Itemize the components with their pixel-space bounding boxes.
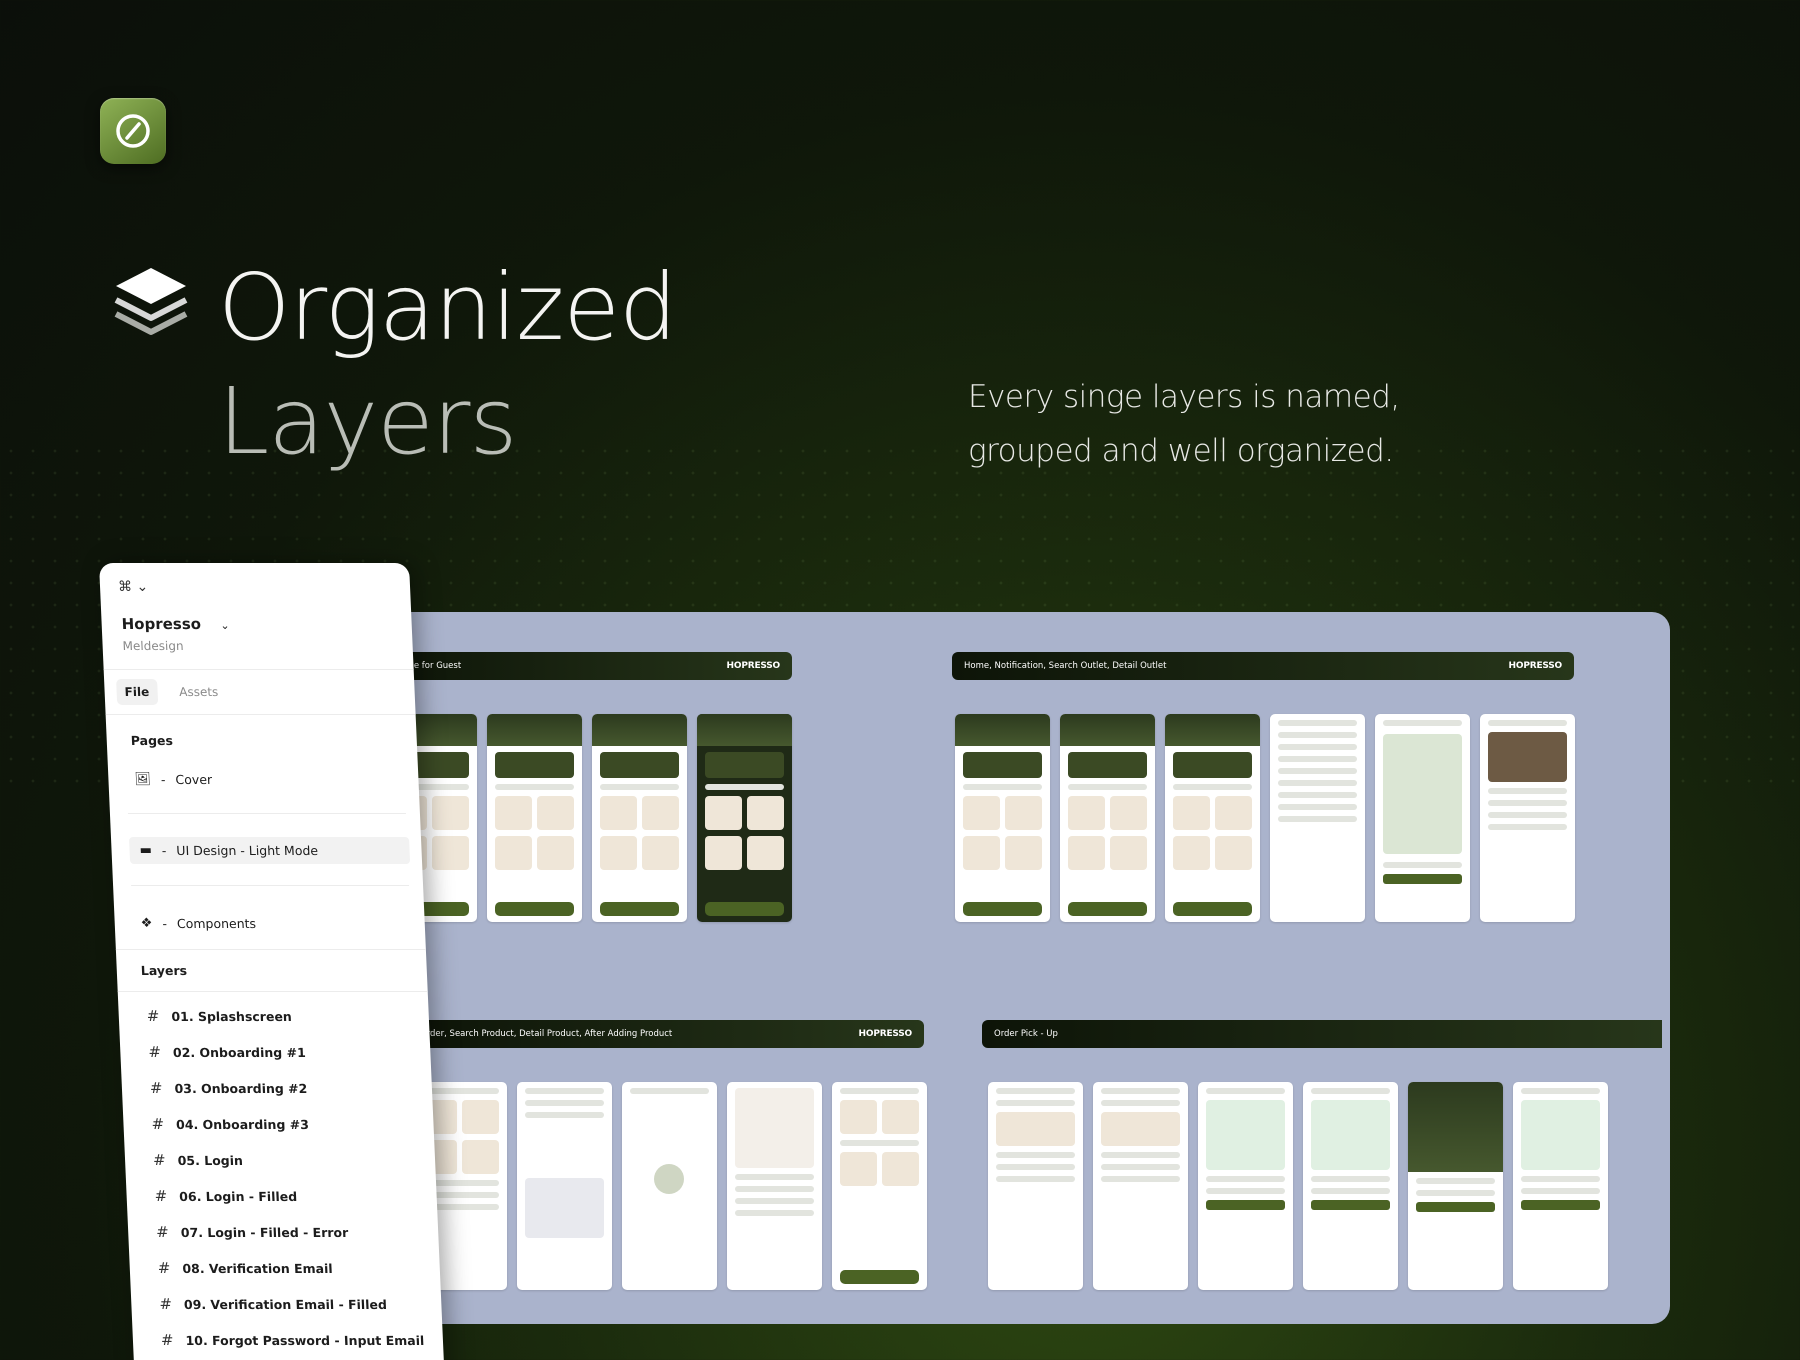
page-item-ui-design[interactable]: ▬ - UI Design - Light Mode [128,837,411,864]
hero-tagline: Every singe layers is named, grouped and… [968,379,1400,469]
screen-frame[interactable] [592,714,687,922]
layer-label: 05. Login [177,1152,244,1168]
page-label: Components [176,916,257,931]
frame-icon: # [157,1259,171,1277]
board-frames [988,1082,1608,1290]
frame-icon: # [146,1007,160,1025]
screen-frame[interactable] [487,714,582,922]
pages-heading: Pages [130,733,174,748]
hero-title-line1: Organized [218,254,677,361]
screen-frame[interactable] [727,1082,822,1290]
screen-frame[interactable] [1060,714,1155,922]
screen-frame[interactable] [1198,1082,1293,1290]
layer-item[interactable]: #04. Onboarding #3 [151,1115,309,1133]
layers-heading: Layers [140,963,188,978]
image-icon: 🖼 [134,772,152,787]
screen-frame[interactable] [1513,1082,1608,1290]
tab-file[interactable]: File [116,679,158,705]
layer-item[interactable]: #01. Splashscreen [146,1007,292,1025]
screen-frame[interactable] [697,714,792,922]
page-item-components[interactable]: ❖ - Components [140,916,256,931]
layer-label: 09. Verification Email - Filled [183,1296,388,1312]
divider [127,813,406,814]
board-title: Order Pick - Up [994,1029,1058,1039]
layer-label: 04. Onboarding #3 [175,1116,310,1132]
board-frames [382,714,792,922]
board-logo: HOPRESSO [858,1029,913,1039]
layer-item[interactable]: #10. Forgot Password - Input Email [161,1331,425,1349]
screen-frame[interactable] [1480,714,1575,922]
screen-frame[interactable] [517,1082,612,1290]
board-frames [955,714,1575,922]
page-separator: - [161,843,167,858]
layers-stack-icon [112,262,190,340]
frame-icon: # [152,1151,167,1169]
layer-label: 02. Onboarding #1 [172,1044,307,1060]
screen-frame[interactable] [1093,1082,1188,1290]
screen-frame[interactable] [988,1082,1083,1290]
layer-label: 07. Login - Filled - Error [180,1224,349,1240]
layer-item[interactable]: #06. Login - Filled [154,1187,297,1205]
board-title: Home, Notification, Search Outlet, Detai… [964,661,1167,671]
chevron-down-icon[interactable]: ⌄ [220,619,230,632]
layer-item[interactable]: #05. Login [153,1151,244,1169]
tab-assets[interactable]: Assets [171,679,227,705]
screen-frame[interactable] [1375,714,1470,922]
project-owner: Meldesign [122,639,184,653]
divider [117,991,428,992]
board-logo: HOPRESSO [726,661,781,671]
layer-item[interactable]: #02. Onboarding #1 [148,1043,306,1061]
page-label: UI Design - Light Mode [176,843,319,858]
board-header[interactable]: Home, Notification, Search Outlet, Detai… [952,652,1574,680]
divider [131,885,410,886]
frame-icon: # [154,1187,168,1205]
board-header[interactable]: Order Pick - Up [982,1020,1662,1048]
layer-item[interactable]: #03. Onboarding #2 [150,1079,308,1097]
page-separator: - [160,772,166,787]
screen-frame[interactable] [955,714,1050,922]
page-item-cover[interactable]: 🖼 - Cover [134,772,212,787]
board-header[interactable]: Order, Search Product, Detail Product, A… [408,1020,924,1048]
screen-frame[interactable] [1303,1082,1398,1290]
layers-panel[interactable]: ⌘ ⌄ Hopresso ⌄ Meldesign File Assets Pag… [99,563,445,1360]
app-logo-icon [100,98,166,164]
design-canvas[interactable]: Home for Guest HOPRESSO Home, Notificati… [360,612,1670,1324]
layer-label: 06. Login - Filled [178,1188,298,1204]
layer-label: 10. Forgot Password - Input Email [185,1332,425,1348]
hero-title-line2: Layers [218,368,517,475]
project-name[interactable]: Hopresso ⌄ [121,615,230,633]
board-title: Order, Search Product, Detail Product, A… [420,1029,673,1039]
page-separator: - [162,916,168,931]
frame-icon: # [147,1043,162,1061]
board-logo: HOPRESSO [1508,661,1563,671]
layer-item[interactable]: #07. Login - Filled - Error [156,1223,349,1241]
frame-icon: # [149,1079,163,1097]
panel-tabs: File Assets [103,669,416,715]
layer-item[interactable]: #08. Verification Email [157,1259,333,1277]
board-header[interactable]: Home for Guest HOPRESSO [382,652,792,680]
screen-frame[interactable] [832,1082,927,1290]
frame-icon: # [151,1115,165,1133]
screen-frame[interactable] [1408,1082,1503,1290]
frame-icon: # [155,1223,170,1241]
page-label: Cover [175,772,213,787]
layer-item[interactable]: #09. Verification Email - Filled [159,1295,387,1313]
component-icon: ❖ [140,916,153,931]
divider [115,949,426,950]
screen-frame[interactable] [1270,714,1365,922]
layer-label: 08. Verification Email [182,1260,333,1276]
frame-icon: # [160,1331,174,1349]
board-frames [412,1082,927,1290]
screen-frame[interactable] [1165,714,1260,922]
screen-frame[interactable] [622,1082,717,1290]
layer-label: 01. Splashscreen [171,1008,293,1024]
monitor-icon: ▬ [139,843,153,858]
frame-icon: # [158,1295,173,1313]
layer-label: 03. Onboarding #2 [174,1080,308,1096]
figma-menu-icon[interactable]: ⌘ ⌄ [118,579,149,595]
